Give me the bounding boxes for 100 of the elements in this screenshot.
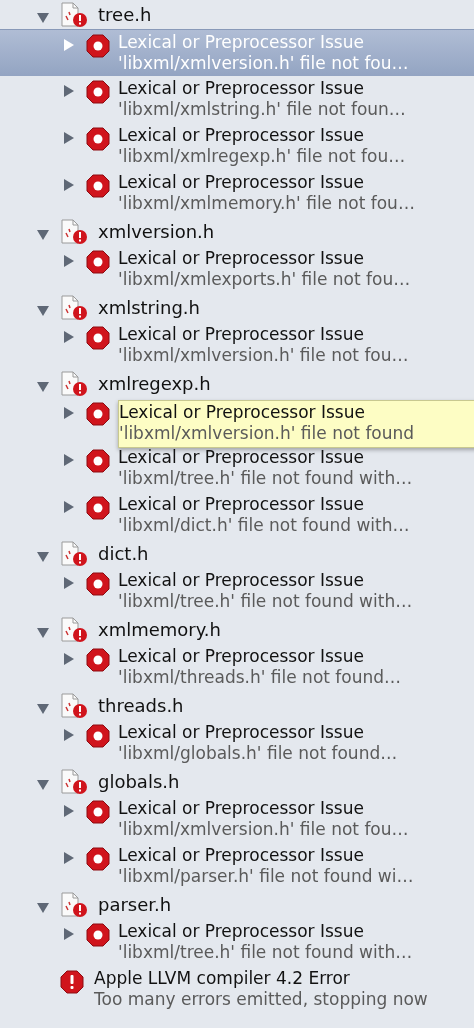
- file-error-icon: [60, 891, 88, 918]
- error-stop-icon: [86, 724, 110, 748]
- issue-row[interactable]: Lexical or Preprocessor Issue 'libxml/xmlversion.h' file not found: [0, 398, 474, 445]
- error-stop-icon: [86, 847, 110, 871]
- file-name[interactable]: xmlversion.h: [98, 221, 215, 242]
- error-stop-icon: [86, 449, 110, 473]
- issue-row[interactable]: Lexical or Preprocessor Issue 'libxml/globals.h' file not found…: [0, 720, 474, 767]
- file-error-icon: [60, 370, 88, 397]
- collapse-triangle-icon[interactable]: [36, 625, 50, 640]
- issue-title: Lexical or Preprocessor Issue: [118, 646, 365, 667]
- issue-row[interactable]: Lexical or Preprocessor Issue 'libxml/tree.h' file not found with…: [0, 919, 474, 966]
- collapse-triangle-icon[interactable]: [36, 777, 50, 792]
- expand-triangle-icon[interactable]: [62, 804, 76, 818]
- tooltip-title: Lexical or Preprocessor Issue: [119, 402, 366, 423]
- error-stop-icon: [86, 127, 110, 151]
- error-alert-icon: [60, 970, 84, 994]
- expand-triangle-icon[interactable]: [62, 927, 76, 941]
- file-error-icon: [60, 294, 88, 321]
- error-title: Apple LLVM compiler 4.2 Error: [94, 968, 351, 989]
- issue-row[interactable]: Lexical or Preprocessor Issue 'libxml/xmlmemory.h' file not fou…: [0, 170, 474, 217]
- file-name[interactable]: parser.h: [98, 894, 172, 915]
- file-name[interactable]: globals.h: [98, 771, 180, 792]
- expand-triangle-icon[interactable]: [62, 576, 76, 590]
- expand-triangle-icon[interactable]: [62, 728, 76, 742]
- error-stop-icon: [86, 250, 110, 274]
- collapse-triangle-icon[interactable]: [36, 303, 50, 318]
- issue-row[interactable]: Lexical or Preprocessor Issue 'libxml/xmlstring.h' file not foun…: [0, 76, 474, 123]
- issue-row[interactable]: Lexical or Preprocessor Issue 'libxml/dict.h' file not found with…: [0, 492, 474, 539]
- expand-triangle-icon[interactable]: [62, 178, 76, 192]
- issue-row[interactable]: Lexical or Preprocessor Issue 'libxml/tree.h' file not found with…: [0, 568, 474, 615]
- file-error-icon: [60, 1, 88, 28]
- issue-title: Lexical or Preprocessor Issue: [118, 32, 365, 53]
- collapse-triangle-icon[interactable]: [36, 701, 50, 716]
- expand-triangle-icon[interactable]: [62, 406, 76, 420]
- issue-title: Lexical or Preprocessor Issue: [118, 324, 365, 345]
- error-stop-icon: [86, 402, 110, 426]
- issue-message: 'libxml/xmlversion.h' file not fou…: [118, 819, 409, 840]
- error-stop-icon: [86, 572, 110, 596]
- issue-title: Lexical or Preprocessor Issue: [118, 172, 365, 193]
- issue-title: Lexical or Preprocessor Issue: [118, 125, 365, 146]
- issue-row[interactable]: Lexical or Preprocessor Issue 'libxml/parser.h' file not found wi…: [0, 843, 474, 890]
- issue-message: 'libxml/tree.h' file not found with…: [118, 591, 413, 612]
- expand-triangle-icon[interactable]: [62, 84, 76, 98]
- file-error-icon: [60, 218, 88, 245]
- expand-triangle-icon[interactable]: [62, 652, 76, 666]
- file-name[interactable]: xmlmemory.h: [98, 619, 221, 640]
- file-name[interactable]: xmlstring.h: [98, 297, 200, 318]
- issue-message: 'libxml/dict.h' file not found with…: [118, 515, 410, 536]
- issue-row[interactable]: Lexical or Preprocessor Issue 'libxml/xmlregexp.h' file not fou…: [0, 123, 474, 170]
- collapse-triangle-icon[interactable]: [36, 379, 50, 394]
- issue-title: Lexical or Preprocessor Issue: [118, 798, 365, 819]
- issue-row[interactable]: Lexical or Preprocessor Issue 'libxml/xmlversion.h' file not fou…: [0, 796, 474, 843]
- error-message: Too many errors emitted, stopping now: [94, 989, 428, 1010]
- file-name[interactable]: tree.h: [98, 4, 152, 25]
- expand-triangle-icon[interactable]: [62, 500, 76, 514]
- expand-triangle-icon[interactable]: [62, 453, 76, 467]
- error-stop-icon: [86, 326, 110, 350]
- issue-title: Lexical or Preprocessor Issue: [118, 78, 365, 99]
- issue-message: 'libxml/tree.h' file not found with…: [118, 468, 413, 489]
- collapse-triangle-icon[interactable]: [36, 900, 50, 915]
- issue-message: 'libxml/xmlversion.h' file not fou…: [118, 345, 409, 366]
- collapse-triangle-icon[interactable]: [36, 549, 50, 564]
- issue-title: Lexical or Preprocessor Issue: [118, 570, 365, 591]
- expand-triangle-icon[interactable]: [62, 254, 76, 268]
- issue-message: 'libxml/xmlexports.h' file not fou…: [118, 269, 411, 290]
- issue-message: 'libxml/xmlversion.h' file not fou…: [118, 53, 409, 74]
- issue-message: 'libxml/xmlregexp.h' file not fou…: [118, 146, 406, 167]
- issue-title: Lexical or Preprocessor Issue: [118, 921, 365, 942]
- expand-triangle-icon[interactable]: [62, 330, 76, 344]
- expand-triangle-icon[interactable]: [62, 851, 76, 865]
- file-error-icon: [60, 692, 88, 719]
- tooltip-message: 'libxml/xmlversion.h' file not found: [119, 423, 416, 444]
- issue-row[interactable]: Lexical or Preprocessor Issue 'libxml/xmlexports.h' file not fou…: [0, 246, 474, 293]
- issue-row[interactable]: Lexical or Preprocessor Issue 'libxml/xmlversion.h' file not fou…: [0, 322, 474, 369]
- issue-title: Lexical or Preprocessor Issue: [118, 722, 365, 743]
- issue-message: 'libxml/globals.h' file not found…: [118, 743, 398, 764]
- file-name[interactable]: dict.h: [98, 543, 149, 564]
- issue-row[interactable]: Lexical or Preprocessor Issue 'libxml/tree.h' file not found with…: [0, 445, 474, 492]
- issue-message: 'libxml/threads.h' file not found…: [118, 667, 402, 688]
- error-stop-icon: [86, 174, 110, 198]
- error-stop-icon: [86, 80, 110, 104]
- error-stop-icon: [86, 923, 110, 947]
- collapse-triangle-icon[interactable]: [36, 10, 50, 25]
- error-stop-icon: [86, 800, 110, 824]
- file-error-icon: [60, 616, 88, 643]
- issue-message: 'libxml/parser.h' file not found wi…: [118, 866, 414, 887]
- file-name[interactable]: xmlregexp.h: [98, 373, 211, 394]
- file-error-icon: [60, 540, 88, 567]
- file-name[interactable]: threads.h: [98, 695, 184, 716]
- issue-title: Lexical or Preprocessor Issue: [118, 494, 365, 515]
- error-stop-icon: [86, 34, 110, 58]
- issue-message: 'libxml/xmlmemory.h' file not fou…: [118, 193, 415, 214]
- issue-title: Lexical or Preprocessor Issue: [118, 248, 365, 269]
- collapse-triangle-icon[interactable]: [36, 227, 50, 242]
- issue-message: 'libxml/xmlstring.h' file not foun…: [118, 99, 406, 120]
- issue-title: Lexical or Preprocessor Issue: [118, 447, 365, 468]
- expand-triangle-icon[interactable]: [62, 131, 76, 145]
- issue-title: Lexical or Preprocessor Issue: [118, 845, 365, 866]
- issue-row[interactable]: Lexical or Preprocessor Issue 'libxml/threads.h' file not found…: [0, 644, 474, 691]
- issue-message: 'libxml/tree.h' file not found with…: [118, 942, 413, 963]
